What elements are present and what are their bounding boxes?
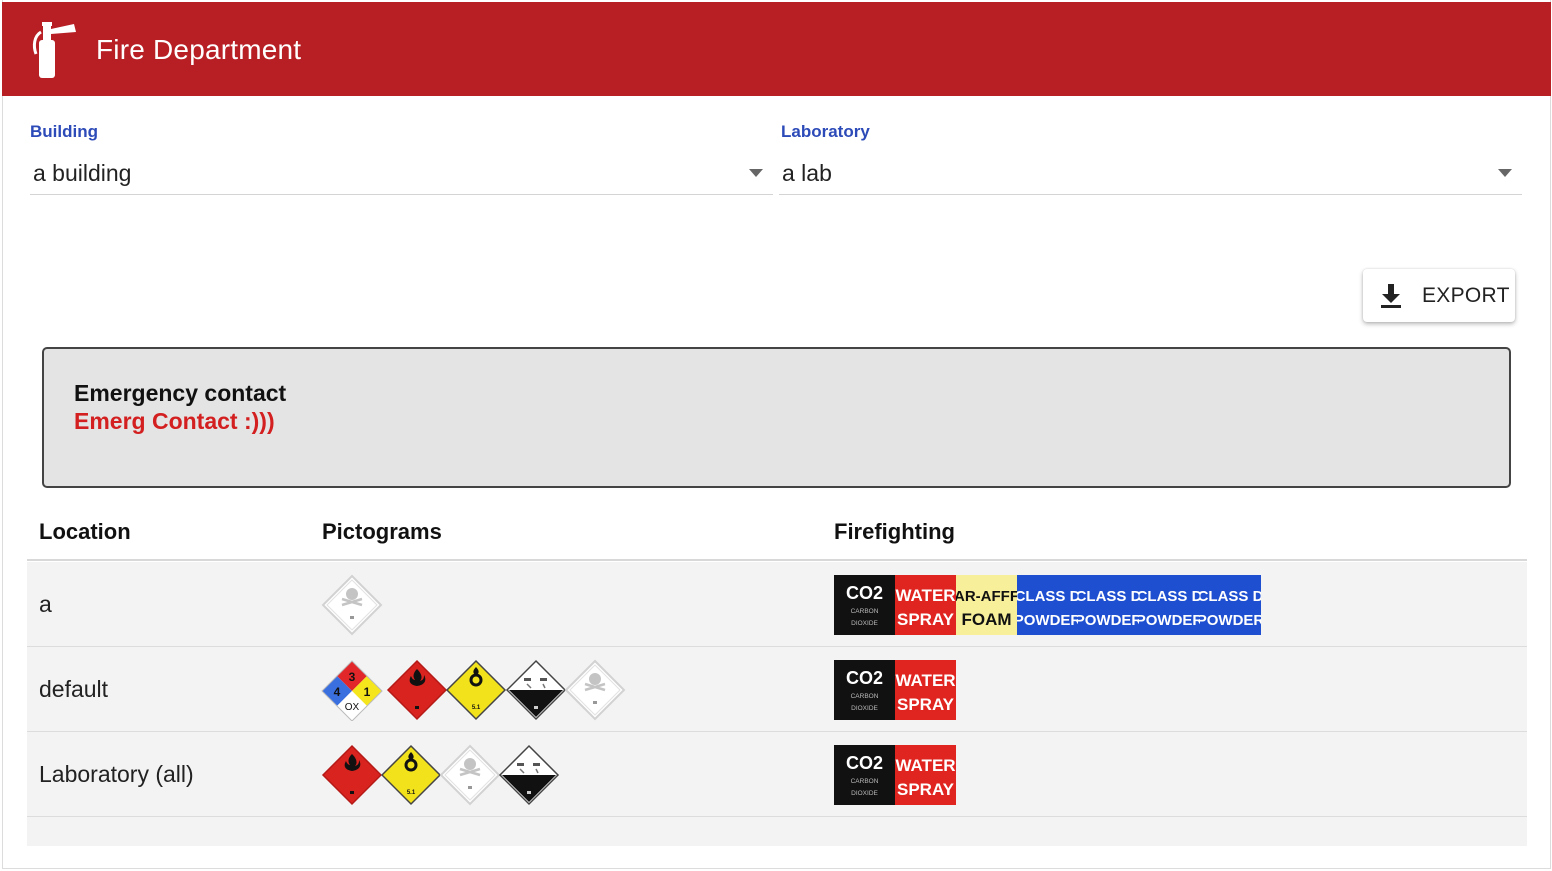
co2-extinguisher-icon: CO2 CARBON DIOXIDE bbox=[834, 660, 895, 720]
svg-text:CARBON: CARBON bbox=[851, 778, 879, 785]
column-header-pictograms: Pictograms bbox=[322, 519, 442, 544]
svg-text:CLASS D: CLASS D bbox=[1078, 588, 1139, 605]
class-d-powder-extinguisher-icon: CLASS D POWDER bbox=[1200, 575, 1261, 635]
svg-text:DIOXIDE: DIOXIDE bbox=[851, 705, 878, 712]
class-d-powder-extinguisher-icon: CLASS D POWDER bbox=[1078, 575, 1139, 635]
svg-text:DIOXIDE: DIOXIDE bbox=[851, 620, 878, 627]
ghs-flammable-icon bbox=[386, 659, 448, 721]
table-row: Laboratory (all) CO2 CARBON DIOXIDE WATE… bbox=[27, 732, 1527, 817]
water-spray-extinguisher-icon: WATER SPRAY bbox=[895, 575, 956, 635]
svg-text:CLASS D: CLASS D bbox=[1200, 588, 1261, 605]
chevron-down-icon bbox=[749, 169, 763, 177]
svg-text:WATER: WATER bbox=[895, 671, 955, 690]
laboratory-select[interactable]: a lab bbox=[779, 150, 1522, 195]
emergency-contact-heading: Emergency contact bbox=[74, 380, 287, 406]
table-row: a CO2 CARBON DIOXIDE WATER SPRAY AR-AFFF… bbox=[27, 562, 1527, 647]
ghs-corrosive-icon bbox=[498, 744, 560, 806]
svg-text:4: 4 bbox=[334, 685, 341, 699]
table-header: Location Pictograms Firefighting bbox=[27, 505, 1527, 561]
table-body: a CO2 CARBON DIOXIDE WATER SPRAY AR-AFFF… bbox=[27, 562, 1527, 846]
svg-text:POWDER: POWDER bbox=[1017, 612, 1078, 629]
column-header-firefighting: Firefighting bbox=[834, 519, 955, 544]
ghs-flammable-icon bbox=[321, 744, 383, 806]
emergency-contact-name: Emerg Contact :))) bbox=[74, 408, 275, 434]
svg-text:POWDER: POWDER bbox=[1139, 612, 1200, 629]
svg-text:1: 1 bbox=[364, 685, 371, 699]
laboratory-label: Laboratory bbox=[781, 122, 870, 141]
svg-text:CLASS D: CLASS D bbox=[1139, 588, 1200, 605]
export-button[interactable]: EXPORT bbox=[1363, 269, 1515, 322]
svg-text:CO2: CO2 bbox=[846, 668, 883, 688]
svg-text:AR-AFFF: AR-AFFF bbox=[956, 588, 1017, 605]
nfpa-diamond-icon: 3 4 1 OX bbox=[321, 659, 383, 721]
building-select-value: a building bbox=[33, 160, 132, 186]
svg-text:SPRAY: SPRAY bbox=[897, 610, 955, 629]
ar-afff-foam-extinguisher-icon: AR-AFFF FOAM bbox=[956, 575, 1017, 635]
class-d-powder-extinguisher-icon: CLASS D POWDER bbox=[1139, 575, 1200, 635]
location-cell: Laboratory (all) bbox=[39, 761, 194, 787]
building-select[interactable]: a building bbox=[30, 150, 773, 195]
download-icon bbox=[1381, 284, 1401, 308]
water-spray-extinguisher-icon: WATER SPRAY bbox=[895, 745, 956, 805]
app-title: Fire Department bbox=[96, 34, 302, 65]
water-spray-extinguisher-icon: WATER SPRAY bbox=[895, 660, 956, 720]
svg-text:CLASS D: CLASS D bbox=[1017, 588, 1078, 605]
ghs-oxidizer-icon bbox=[380, 744, 442, 806]
ghs-corrosive-icon bbox=[505, 659, 567, 721]
firefighting-cell: CO2 CARBON DIOXIDE WATER SPRAY bbox=[834, 745, 956, 805]
emergency-contact-card: Emergency contact Emerg Contact :))) bbox=[42, 347, 1511, 488]
export-button-label: EXPORT bbox=[1422, 284, 1510, 307]
chevron-down-icon bbox=[1498, 169, 1512, 177]
ghs-oxidizer-icon bbox=[445, 659, 507, 721]
location-cell: a bbox=[39, 591, 52, 617]
svg-text:FOAM: FOAM bbox=[961, 610, 1011, 629]
svg-text:POWDER: POWDER bbox=[1078, 612, 1139, 629]
firefighting-cell: CO2 CARBON DIOXIDE WATER SPRAY bbox=[834, 660, 956, 720]
svg-text:SPRAY: SPRAY bbox=[897, 695, 955, 714]
svg-text:DIOXIDE: DIOXIDE bbox=[851, 790, 878, 797]
ghs-toxic-skull-icon bbox=[439, 744, 501, 806]
svg-text:WATER: WATER bbox=[895, 586, 955, 605]
svg-text:POWDER: POWDER bbox=[1200, 612, 1261, 629]
building-label: Building bbox=[30, 122, 98, 141]
column-header-location: Location bbox=[39, 519, 131, 544]
svg-text:CO2: CO2 bbox=[846, 583, 883, 603]
fire-extinguisher-icon bbox=[32, 22, 76, 78]
ghs-toxic-skull-icon bbox=[321, 574, 383, 636]
co2-extinguisher-icon: CO2 CARBON DIOXIDE bbox=[834, 575, 895, 635]
svg-text:CARBON: CARBON bbox=[851, 693, 879, 700]
table-row: default 3 4 1 OX CO2 CARBON DIOXIDE WATE… bbox=[27, 647, 1527, 732]
co2-extinguisher-icon: CO2 CARBON DIOXIDE bbox=[834, 745, 895, 805]
app-bar: Fire Department bbox=[2, 2, 1551, 96]
svg-text:3: 3 bbox=[349, 670, 356, 684]
location-cell: default bbox=[39, 676, 109, 702]
svg-text:OX: OX bbox=[345, 702, 360, 713]
class-d-powder-extinguisher-icon: CLASS D POWDER bbox=[1017, 575, 1078, 635]
svg-text:CARBON: CARBON bbox=[851, 608, 879, 615]
svg-text:SPRAY: SPRAY bbox=[897, 780, 955, 799]
hazards-table: Location Pictograms Firefighting a CO2 C… bbox=[27, 505, 1527, 846]
svg-text:WATER: WATER bbox=[895, 756, 955, 775]
laboratory-select-value: a lab bbox=[782, 160, 832, 186]
firefighting-cell: CO2 CARBON DIOXIDE WATER SPRAY AR-AFFF F… bbox=[834, 575, 1261, 635]
svg-text:CO2: CO2 bbox=[846, 753, 883, 773]
ghs-toxic-skull-icon bbox=[564, 659, 626, 721]
